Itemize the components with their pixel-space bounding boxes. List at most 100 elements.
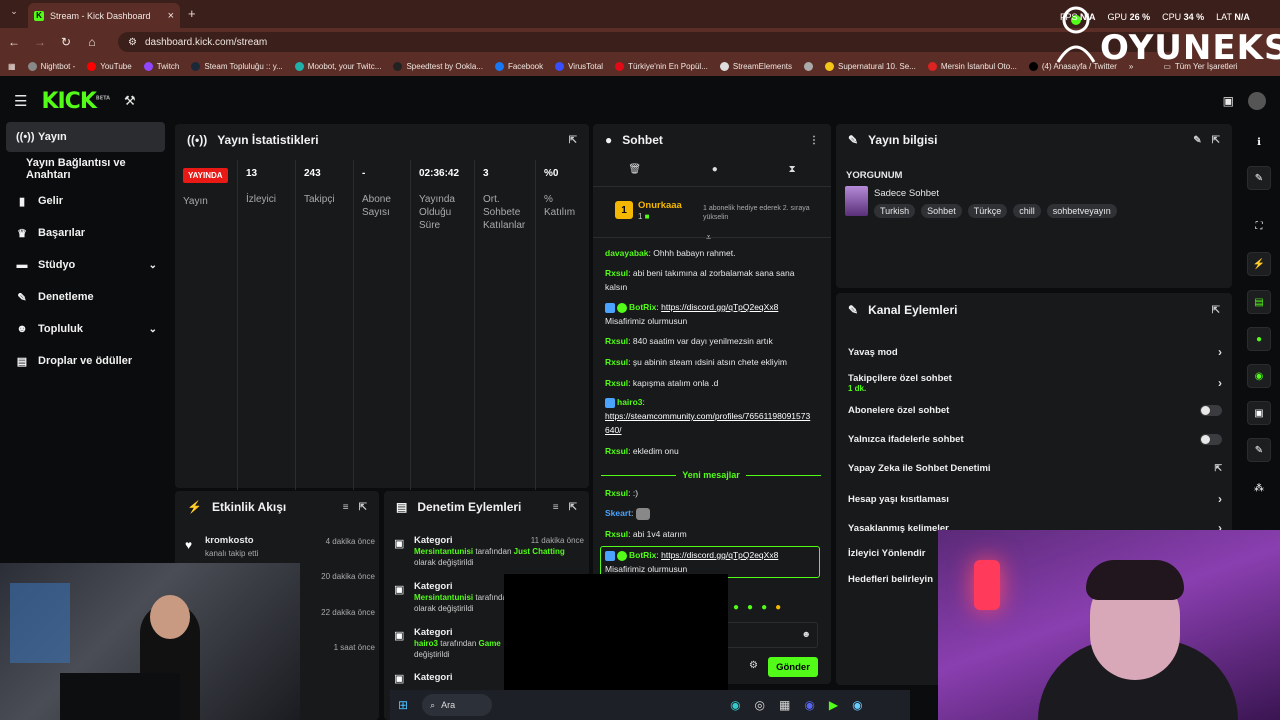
close-tab-icon[interactable]: × bbox=[168, 10, 174, 22]
tag[interactable]: Türkçe bbox=[967, 204, 1008, 218]
avatar[interactable] bbox=[1248, 92, 1266, 110]
tag[interactable]: sohbetveyayın bbox=[1046, 204, 1117, 218]
chat-link[interactable]: https://discord.gg/qTpQ2eqXx8 bbox=[661, 302, 778, 312]
bookmark[interactable]: YouTube bbox=[87, 61, 132, 71]
chrome-icon[interactable]: ◎ bbox=[755, 698, 765, 712]
sidebar-item-studyo[interactable]: ▬ Stüdyo ⌄ bbox=[6, 250, 165, 280]
toggle-panel-icon[interactable]: ▣ bbox=[1223, 94, 1234, 108]
pin-icon[interactable]: ⩡ bbox=[706, 232, 711, 243]
apps-icon[interactable]: ⁂ bbox=[1247, 476, 1271, 500]
action-followers-only[interactable]: Takipçilere özel sohbet 1 dk. › bbox=[848, 371, 1222, 395]
popout-icon[interactable]: ⇱ bbox=[569, 135, 577, 146]
bookmark[interactable]: Türkiye'nin En Popül... bbox=[615, 61, 708, 71]
chevron-right-icon: › bbox=[1218, 376, 1222, 390]
apps-icon[interactable]: ▦ bbox=[8, 62, 16, 71]
reload-icon[interactable]: ↻ bbox=[60, 35, 72, 49]
wrench-icon[interactable]: ✎ bbox=[1247, 438, 1271, 462]
hammer-icon[interactable]: ⚒ bbox=[124, 93, 136, 109]
kick-app-icon[interactable]: ▶ bbox=[829, 698, 838, 712]
emote-icon[interactable]: ● bbox=[747, 602, 753, 613]
store-icon[interactable]: ▦ bbox=[779, 698, 790, 712]
hourglass-icon[interactable]: ⧗ bbox=[789, 164, 796, 175]
sidebar-item-denetleme[interactable]: ✎ Denetleme bbox=[6, 282, 165, 312]
sidebar-item-stream-key[interactable]: Yayın Bağlantısı ve Anahtarı bbox=[6, 154, 172, 184]
bookmark[interactable]: StreamElements bbox=[719, 61, 792, 71]
info-icon[interactable]: ℹ bbox=[1247, 130, 1271, 154]
sidebar-item-topluluk[interactable]: ☻ Topluluk ⌄ bbox=[6, 314, 165, 344]
discord-icon[interactable]: ◉ bbox=[804, 698, 814, 712]
bookmark[interactable]: Nightbot - bbox=[27, 61, 75, 71]
popout-icon[interactable]: ⇱ bbox=[1212, 305, 1220, 316]
steam-icon[interactable]: ◉ bbox=[852, 698, 862, 712]
broadcast-icon[interactable]: ◉ bbox=[1247, 364, 1271, 388]
tag[interactable]: chill bbox=[1013, 204, 1041, 218]
bookmark[interactable] bbox=[804, 61, 814, 71]
tag[interactable]: Turkish bbox=[874, 204, 916, 218]
emote-icon[interactable]: ● bbox=[775, 602, 781, 613]
action-slow-mode[interactable]: Yavaş mod › bbox=[848, 345, 1222, 359]
filter-icon[interactable]: ≡ bbox=[553, 502, 559, 513]
taskbar-search[interactable]: ⌕ Ara bbox=[422, 694, 493, 716]
bookmark[interactable]: Speedtest by Ookla... bbox=[393, 61, 483, 71]
subs-only-toggle[interactable] bbox=[1200, 405, 1222, 416]
bookmark[interactable]: Twitch bbox=[143, 61, 179, 71]
chat-message: Rxsul: abi beni takımına al zorbalamak s… bbox=[605, 268, 795, 292]
chat-icon[interactable]: ● bbox=[712, 164, 718, 175]
action-account-age[interactable]: Hesap yaşı kısıtlaması › bbox=[848, 492, 1222, 506]
popout-icon[interactable]: ⇱ bbox=[359, 502, 367, 513]
cpu-readout: CPU 34 % bbox=[1162, 12, 1205, 22]
category-icon: ▣ bbox=[394, 584, 405, 596]
emote-only-toggle[interactable] bbox=[1200, 434, 1222, 445]
layout-icon[interactable]: ▣ bbox=[1247, 401, 1271, 425]
edit-icon[interactable]: ✎ bbox=[1193, 135, 1201, 146]
bookmark[interactable]: Steam Topluluğu :: y... bbox=[191, 61, 283, 71]
back-icon[interactable]: ← bbox=[8, 35, 20, 49]
forward-icon[interactable]: → bbox=[34, 35, 46, 49]
chat-link[interactable]: https://discord.gg/qTpQ2eqXx8 bbox=[661, 550, 778, 560]
desk-shape bbox=[60, 673, 180, 720]
sidebar-item-droplar[interactable]: ▤ Droplar ve ödüller bbox=[6, 346, 165, 376]
sidebar-item-yayin[interactable]: ((•)) Yayın bbox=[6, 122, 165, 152]
gift-hint: 1 abonelik hediye ederek 2. sıraya yükse… bbox=[703, 205, 810, 221]
document-icon[interactable]: ▤ bbox=[1247, 290, 1271, 314]
menu-icon[interactable]: ☰ bbox=[14, 92, 27, 110]
sidebar-item-gelir[interactable]: ▮ Gelir bbox=[6, 186, 165, 216]
home-icon[interactable]: ⌂ bbox=[86, 35, 98, 49]
bookmark[interactable]: Supernatural 10. Se... bbox=[825, 61, 916, 71]
more-options-icon[interactable]: ⋮ bbox=[809, 135, 819, 146]
action-emote-only[interactable]: Yalnızca ifadelerle sohbet bbox=[848, 434, 1222, 445]
fullscreen-icon[interactable]: ⛶ bbox=[1247, 214, 1271, 238]
tab-list-icon[interactable]: ⌄ bbox=[6, 6, 22, 22]
kick-logo[interactable]: KICKBETA bbox=[41, 89, 110, 114]
action-subs-only[interactable]: Abonelere özel sohbet bbox=[848, 405, 1222, 416]
windows-start-icon[interactable]: ⊞ bbox=[398, 698, 408, 712]
tag[interactable]: Sohbet bbox=[921, 204, 962, 218]
chat-link[interactable]: https://steamcommunity.com/profiles/7656… bbox=[605, 411, 810, 435]
filter-icon[interactable]: ≡ bbox=[343, 502, 349, 513]
browser-tab[interactable]: K Stream - Kick Dashboard × bbox=[28, 3, 180, 28]
bookmark[interactable]: Moobot, your Twitc... bbox=[294, 61, 381, 71]
bolt-icon[interactable]: ⚡ bbox=[1247, 252, 1271, 276]
emote-icon[interactable]: ● bbox=[733, 602, 739, 613]
trash-icon[interactable]: 🗑 bbox=[628, 164, 641, 175]
emoji-picker-icon[interactable]: ☻ bbox=[802, 629, 811, 639]
sidebar-item-basarilar[interactable]: ♛ Başarılar bbox=[6, 218, 165, 248]
chat-input[interactable]: ☻ bbox=[721, 622, 818, 648]
users-icon: ☻ bbox=[16, 323, 28, 335]
popout-icon[interactable]: ⇱ bbox=[1212, 135, 1220, 146]
url-field[interactable]: ⚙ dashboard.kick.com/stream bbox=[118, 32, 1178, 52]
edit-icon[interactable]: ✎ bbox=[1247, 166, 1271, 190]
send-button[interactable]: Gönder bbox=[768, 657, 818, 677]
bookmark[interactable]: Mersin İstanbul Oto... bbox=[927, 61, 1017, 71]
site-info-icon[interactable]: ⚙ bbox=[128, 37, 137, 48]
bookmark[interactable]: VirusTotal bbox=[555, 61, 603, 71]
chat-settings-icon[interactable]: ⚙ bbox=[749, 660, 758, 671]
bookmark[interactable]: Facebook bbox=[494, 61, 543, 71]
edge-icon[interactable]: ◉ bbox=[730, 698, 740, 712]
popout-icon[interactable]: ⇱ bbox=[569, 502, 577, 513]
monitor-shape bbox=[10, 583, 70, 663]
chat-bubble-icon[interactable]: ● bbox=[1247, 327, 1271, 351]
new-tab-icon[interactable]: + bbox=[188, 6, 196, 21]
emote-icon[interactable]: ● bbox=[761, 602, 767, 613]
action-ai-moderation[interactable]: Yapay Zeka ile Sohbet Denetimi ⇱ bbox=[848, 463, 1222, 474]
